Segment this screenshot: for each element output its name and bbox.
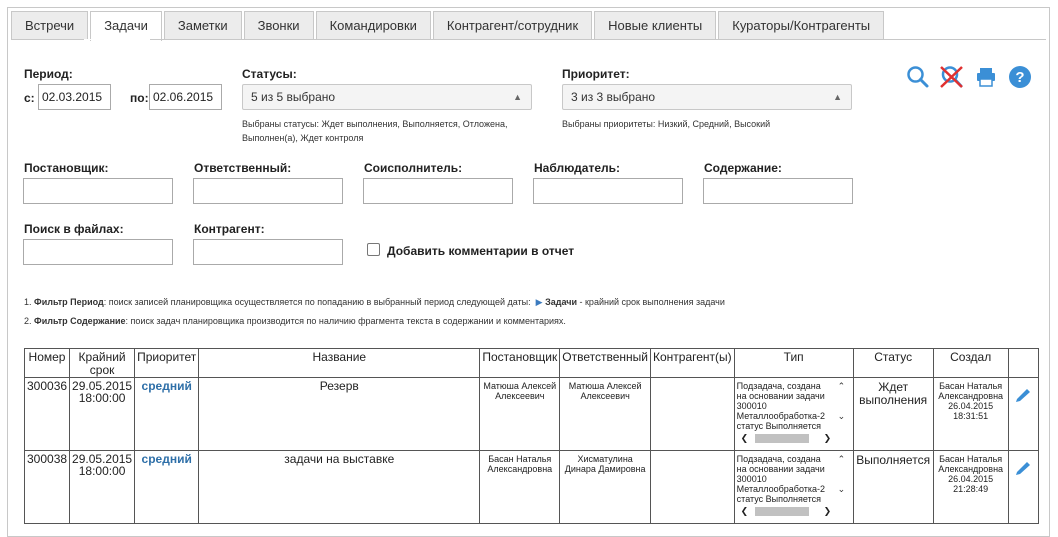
statuses-select-value: 5 из 5 выбрано xyxy=(251,90,336,104)
period-label: Период: xyxy=(24,67,73,81)
tab-tasks[interactable]: Задачи xyxy=(90,11,162,41)
files-search-input[interactable] xyxy=(23,239,173,265)
priority-label: Приоритет: xyxy=(562,67,630,81)
edit-pencil-icon[interactable] xyxy=(1014,459,1032,475)
cell-assigner: Басан Наталья Александровна xyxy=(479,450,561,524)
coexecutor-input[interactable] xyxy=(363,178,513,204)
cell-responsible: Матюша Алексей Алексеевич xyxy=(559,377,651,451)
content-label: Содержание: xyxy=(704,161,782,175)
svg-text:?: ? xyxy=(1015,69,1024,86)
priority-select-value: 3 из 3 выбрано xyxy=(571,90,656,104)
scroll-left-icon[interactable]: ❮ xyxy=(741,506,749,516)
col-assigner-header[interactable]: Постановщик xyxy=(479,348,561,378)
cell-priority: средний xyxy=(134,377,200,451)
add-comments-checkbox[interactable] xyxy=(367,243,380,256)
cell-status: Ждет выполнения xyxy=(852,377,934,451)
cell-assigner: Матюша Алексей Алексеевич xyxy=(479,377,561,451)
col-deadline-header[interactable]: Крайний срок xyxy=(69,348,136,378)
col-creator-header[interactable]: Создал xyxy=(932,348,1009,378)
observer-input[interactable] xyxy=(533,178,683,204)
cell-actions xyxy=(1007,377,1039,451)
cell-title[interactable]: Резерв xyxy=(198,377,481,451)
note-content: 2. Фильтр Содержание: поиск задач планир… xyxy=(24,316,566,326)
tab-meetings[interactable]: Встречи xyxy=(11,11,89,40)
counterparty-input[interactable] xyxy=(193,239,343,265)
scroll-left-icon[interactable]: ❮ xyxy=(741,433,749,443)
type-scrollbox[interactable]: Подзадача, создана на основании задачи 3… xyxy=(737,379,851,449)
cell-actions xyxy=(1007,450,1039,524)
coexecutor-label: Соисполнитель: xyxy=(364,161,463,175)
counterparty-label: Контрагент: xyxy=(194,222,265,236)
statuses-hint: Выбраны статусы: Ждет выполнения, Выполн… xyxy=(242,119,508,143)
tab-notes[interactable]: Заметки xyxy=(163,11,242,40)
cell-type: Подзадача, создана на основании задачи 3… xyxy=(733,450,854,524)
assigner-label: Постановщик: xyxy=(24,161,109,175)
tasks-table: Номер Крайний срок Приоритет Название По… xyxy=(23,348,1039,524)
select-arrows-icon: ▲ xyxy=(833,92,842,102)
cell-deadline: 29.05.2015 18:00:00 xyxy=(69,377,136,451)
horizontal-scrollbar[interactable]: ❮ ❯ xyxy=(741,433,833,444)
date-from-input[interactable]: 02.03.2015 xyxy=(38,84,111,110)
table-row[interactable]: 300036 29.05.2015 18:00:00 средний Резер… xyxy=(23,377,1039,451)
clear-filter-icon[interactable] xyxy=(939,65,965,89)
type-scrollbox[interactable]: Подзадача, создана на основании задачи 3… xyxy=(737,452,851,522)
statuses-select[interactable]: 5 из 5 выбрано ▲ xyxy=(242,84,532,110)
cell-title[interactable]: задачи на выставке xyxy=(198,450,481,524)
cell-number: 300036 xyxy=(23,377,71,451)
print-icon[interactable] xyxy=(976,67,996,87)
tab-bar: Встречи Задачи Заметки Звонки Командиров… xyxy=(11,11,886,41)
tab-business-trips[interactable]: Командировки xyxy=(315,11,431,40)
table-header-row: Номер Крайний срок Приоритет Название По… xyxy=(23,348,1039,378)
priority-hint: Выбраны приоритеты: Низкий, Средний, Выс… xyxy=(562,119,771,129)
cell-responsible: Хисматулина Динара Дамировна xyxy=(559,450,651,524)
priority-select[interactable]: 3 из 3 выбрано ▲ xyxy=(562,84,852,110)
cell-deadline: 29.05.2015 18:00:00 xyxy=(69,450,136,524)
responsible-input[interactable] xyxy=(193,178,343,204)
col-actions-header xyxy=(1007,348,1039,378)
scroll-right-icon[interactable]: ❯ xyxy=(824,506,832,516)
tab-underline xyxy=(11,39,1046,40)
assigner-input[interactable] xyxy=(23,178,173,204)
tab-calls[interactable]: Звонки xyxy=(243,11,314,40)
observer-label: Наблюдатель: xyxy=(534,161,621,175)
cell-creator: Басан Наталья Александровна 26.04.2015 2… xyxy=(932,450,1009,524)
scroll-arrows-icon[interactable]: ⌃ ⌄ xyxy=(838,381,849,421)
add-comments-label: Добавить комментарии в отчет xyxy=(387,244,575,258)
search-icon[interactable] xyxy=(906,65,930,89)
scroll-arrows-icon[interactable]: ⌃ ⌄ xyxy=(838,454,849,494)
responsible-label: Ответственный: xyxy=(194,161,292,175)
col-title-header[interactable]: Название xyxy=(198,348,481,378)
cell-priority: средний xyxy=(134,450,200,524)
files-search-label: Поиск в файлах: xyxy=(24,222,124,236)
triangle-bullet-icon: ▶ xyxy=(535,297,543,307)
from-label: с: xyxy=(24,91,35,105)
select-arrows-icon: ▲ xyxy=(513,92,522,102)
scroll-right-icon[interactable]: ❯ xyxy=(824,433,832,443)
content-input[interactable] xyxy=(703,178,853,204)
edit-pencil-icon[interactable] xyxy=(1014,386,1032,402)
date-to-input[interactable]: 02.06.2015 xyxy=(149,84,222,110)
horizontal-scrollbar[interactable]: ❮ ❯ xyxy=(741,506,833,517)
cell-number: 300038 xyxy=(23,450,71,524)
col-status-header[interactable]: Статус xyxy=(852,348,934,378)
cell-counterparty xyxy=(650,377,735,451)
tab-new-clients[interactable]: Новые клиенты xyxy=(594,11,717,40)
tab-counterparty-employee[interactable]: Контрагент/сотрудник xyxy=(432,11,593,40)
note-period: 1. Фильтр Период: поиск записей планиров… xyxy=(24,297,725,307)
cell-creator: Басан Наталья Александровна 26.04.2015 1… xyxy=(932,377,1009,451)
col-type-header[interactable]: Тип xyxy=(733,348,854,378)
col-responsible-header[interactable]: Ответственный xyxy=(559,348,651,378)
table-row[interactable]: 300038 29.05.2015 18:00:00 средний задач… xyxy=(23,450,1039,524)
col-counterparty-header[interactable]: Контрагент(ы) xyxy=(650,348,735,378)
statuses-label: Статусы: xyxy=(242,67,297,81)
col-number-header[interactable]: Номер xyxy=(23,348,71,378)
tab-curators-counterparties[interactable]: Кураторы/Контрагенты xyxy=(718,11,885,40)
col-priority-header[interactable]: Приоритет xyxy=(134,348,200,378)
to-label: по: xyxy=(130,91,149,105)
cell-type: Подзадача, создана на основании задачи 3… xyxy=(733,377,854,451)
cell-counterparty xyxy=(650,450,735,524)
help-icon[interactable]: ? xyxy=(1008,65,1032,89)
cell-status: Выполняется xyxy=(852,450,934,524)
